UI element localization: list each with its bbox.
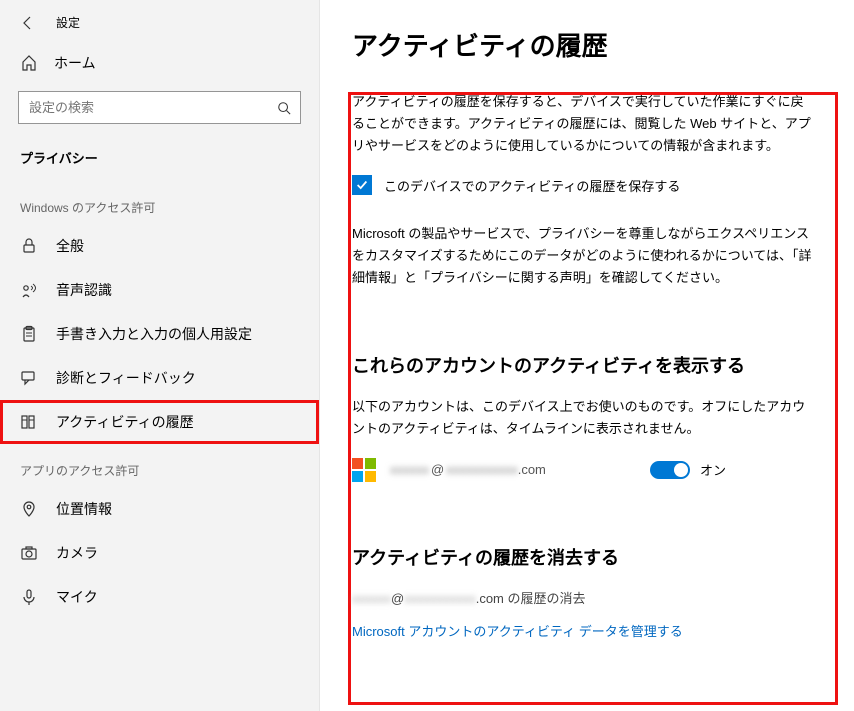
clear-heading: アクティビティの履歴を消去する <box>352 544 832 570</box>
search-box <box>18 91 301 124</box>
home-nav[interactable]: ホーム <box>0 41 319 85</box>
search-input[interactable] <box>18 91 301 124</box>
page-title: アクティビティの履歴 <box>352 26 832 63</box>
window-header: 設定 <box>0 0 319 41</box>
sidebar-item-label: 診断とフィードバック <box>56 368 196 388</box>
clear-account-line: xxxxxx@xxxxxxxxxxx.com の履歴の消去 <box>352 588 832 607</box>
group-app-permissions: アプリのアクセス許可 <box>0 444 319 487</box>
intro-paragraph: アクティビティの履歴を保存すると、デバイスで実行していた作業にすぐに戻ることがで… <box>352 91 812 157</box>
search-icon <box>277 101 291 115</box>
sidebar-item-label: 手書き入力と入力の個人用設定 <box>56 324 252 344</box>
sidebar-item-diagnostics[interactable]: 診断とフィードバック <box>0 356 319 400</box>
home-icon <box>20 54 38 72</box>
sidebar-item-location[interactable]: 位置情報 <box>0 487 319 531</box>
feedback-icon <box>20 369 38 387</box>
store-activity-checkbox[interactable] <box>352 175 372 195</box>
sidebar-item-activity-history[interactable]: アクティビティの履歴 <box>0 400 319 444</box>
camera-icon <box>20 544 38 562</box>
sidebar-item-label: 位置情報 <box>56 499 112 519</box>
accounts-heading: これらのアカウントのアクティビティを表示する <box>352 352 832 378</box>
home-label: ホーム <box>54 53 96 73</box>
store-activity-label: このデバイスでのアクティビティの履歴を保存する <box>384 176 680 195</box>
mic-icon <box>20 588 38 606</box>
clipboard-icon <box>20 325 38 343</box>
sidebar-item-label: アクティビティの履歴 <box>56 412 194 432</box>
content-pane: アクティビティの履歴 アクティビティの履歴を保存すると、デバイスで実行していた作… <box>320 0 854 711</box>
speech-icon <box>20 281 38 299</box>
microsoft-logo-icon <box>352 458 376 482</box>
back-icon[interactable] <box>20 15 36 31</box>
sidebar-item-camera[interactable]: カメラ <box>0 531 319 575</box>
sidebar-item-label: 全般 <box>56 236 84 256</box>
privacy-paragraph: Microsoft の製品やサービスで、プライバシーを尊重しながらエクスペリエン… <box>352 223 812 289</box>
location-icon <box>20 500 38 518</box>
settings-title: 設定 <box>56 14 80 31</box>
manage-activity-link[interactable]: Microsoft アカウントのアクティビティ データを管理する <box>352 621 683 640</box>
section-privacy: プライバシー <box>0 138 319 181</box>
group-windows-permissions: Windows のアクセス許可 <box>0 181 319 224</box>
sidebar-item-inking[interactable]: 手書き入力と入力の個人用設定 <box>0 312 319 356</box>
account-email: xxxxxx@xxxxxxxxxxx.com <box>390 462 610 477</box>
account-row: xxxxxx@xxxxxxxxxxx.com オン <box>352 458 832 482</box>
account-toggle[interactable] <box>650 461 690 479</box>
sidebar-item-general[interactable]: 全般 <box>0 224 319 268</box>
lock-icon <box>20 237 38 255</box>
sidebar: 設定 ホーム プライバシー Windows のアクセス許可 全般 <box>0 0 320 711</box>
sidebar-item-label: 音声認識 <box>56 280 112 300</box>
sidebar-item-speech[interactable]: 音声認識 <box>0 268 319 312</box>
account-toggle-label: オン <box>700 460 726 479</box>
store-activity-checkbox-row: このデバイスでのアクティビティの履歴を保存する <box>352 175 832 195</box>
activity-icon <box>20 413 38 431</box>
sidebar-item-mic[interactable]: マイク <box>0 575 319 619</box>
account-toggle-wrap: オン <box>650 460 726 479</box>
accounts-description: 以下のアカウントは、このデバイス上でお使いのものです。オフにしたアカウントのアク… <box>352 396 812 440</box>
sidebar-item-label: カメラ <box>56 543 98 563</box>
sidebar-item-label: マイク <box>56 587 98 607</box>
